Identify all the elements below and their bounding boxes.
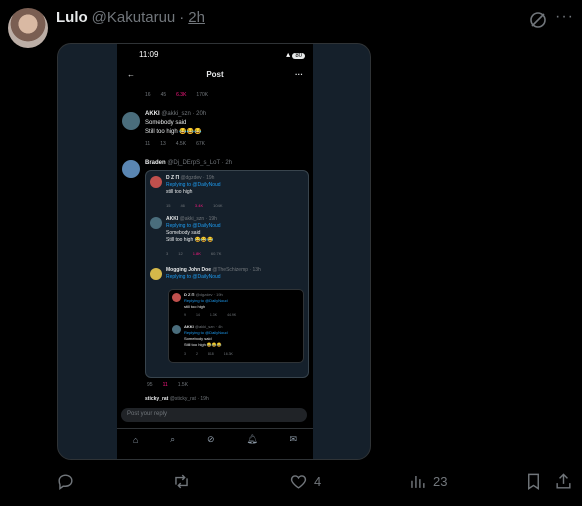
avatar[interactable] — [8, 8, 48, 48]
stat-views: 170K — [196, 92, 209, 98]
battery-icon: 80 — [292, 52, 305, 59]
phone-tab-bar: ⌂ ⌕ ⊘ 🔔︎ ✉ — [117, 428, 313, 450]
quoted-stack: D Z Π @dgzdev · 19h Replying to @DailyNo… — [145, 170, 309, 378]
q2-avatar — [150, 217, 162, 229]
views-count: 23 — [433, 474, 448, 489]
stat-reposts: 45 — [160, 92, 167, 98]
braden-name: Braden — [145, 160, 166, 166]
top-stats-row: 16 45 6.3K 170K — [117, 92, 313, 98]
q1-stats: 15 46 3.4K 104K — [166, 203, 223, 208]
phone-title: Post — [206, 69, 224, 79]
share-button[interactable] — [554, 472, 573, 491]
phone-nav-bar: ← Post ··· — [117, 64, 313, 84]
akki-meta: @akki_szn · 20h — [161, 111, 207, 117]
phone-status-bar: 11:09 ▴ 80 — [117, 44, 313, 64]
phone-more-icon: ··· — [295, 69, 303, 79]
like-button[interactable]: 4 — [289, 472, 321, 491]
akki-line2: Still too high 😂😂😂 — [145, 129, 202, 135]
nested-quote: D Z Π @dgzdev · 19h Replying to @DailyNo… — [168, 289, 304, 363]
reply-input: Post your reply — [121, 408, 307, 422]
author-name[interactable]: Lulo — [56, 9, 88, 26]
q2-stats: 3 12 1.8K 60.7K — [166, 251, 222, 256]
bookmark-button[interactable] — [524, 472, 543, 491]
q1-avatar — [150, 176, 162, 188]
phone-clock: 11:09 — [139, 49, 159, 59]
views-icon — [411, 475, 425, 488]
grok-icon[interactable] — [528, 10, 548, 30]
home-icon: ⌂ — [132, 434, 139, 445]
braden-stats: 95 11 1.5K — [147, 382, 189, 388]
akki-line1: Somebody said — [145, 120, 187, 126]
wifi-icon: ▴ — [286, 49, 291, 59]
braden-meta: @Dj_DErpS_s_LoT · 2h — [167, 160, 233, 166]
search-icon: ⌕ — [170, 434, 176, 444]
stat-replies: 16 — [145, 92, 151, 98]
tweet-header: Lulo @Kakutaruu · 2h — [56, 9, 205, 26]
bookmark-icon — [528, 473, 539, 490]
separator-dot: · — [179, 9, 185, 26]
stat-likes: 6.3K — [176, 92, 187, 98]
akki-stats: 11 13 4.5K 67K — [145, 141, 205, 147]
q1-text: still too high — [166, 189, 193, 195]
reply-button[interactable] — [56, 472, 75, 491]
media-screenshot[interactable]: 11:09 ▴ 80 ← Post ··· 16 45 6.3K 170K AK… — [57, 43, 371, 460]
q3-avatar — [150, 268, 162, 280]
grok-tab-icon: ⊘ — [206, 434, 215, 444]
bell-icon: 🔔︎ — [246, 434, 258, 444]
views-button[interactable]: 23 — [408, 472, 447, 491]
like-count: 4 — [314, 474, 322, 489]
back-arrow-icon: ← — [127, 69, 135, 79]
author-handle[interactable]: @Kakutaruu — [92, 9, 176, 26]
repost-button[interactable] — [172, 472, 191, 491]
action-bar: 4 23 — [56, 472, 576, 496]
q2-line2: Still too high 😂😂😂 — [166, 237, 214, 243]
braden-avatar — [122, 160, 140, 178]
phone-screenshot: 11:09 ▴ 80 ← Post ··· 16 45 6.3K 170K AK… — [117, 44, 313, 459]
akki-avatar — [122, 112, 140, 130]
q2-line1: Somebody said — [166, 230, 201, 236]
heart-icon — [290, 475, 307, 489]
post-time[interactable]: 2h — [188, 9, 205, 26]
q3-replying: Replying to @DailyNoud — [166, 274, 221, 280]
share-icon — [556, 473, 571, 489]
reply-icon — [58, 474, 73, 491]
q1-replying: Replying to @DailyNoud — [166, 182, 221, 188]
q2-replying: Replying to @DailyNoud — [166, 223, 221, 229]
repost-icon — [175, 474, 188, 489]
mail-icon: ✉ — [289, 434, 298, 444]
more-options-icon[interactable]: ··· — [555, 8, 574, 26]
akki-name: AKKI — [145, 111, 160, 117]
tweet: Lulo @Kakutaruu · 2h ··· 11:09 ▴ 80 ← Po… — [0, 0, 582, 506]
